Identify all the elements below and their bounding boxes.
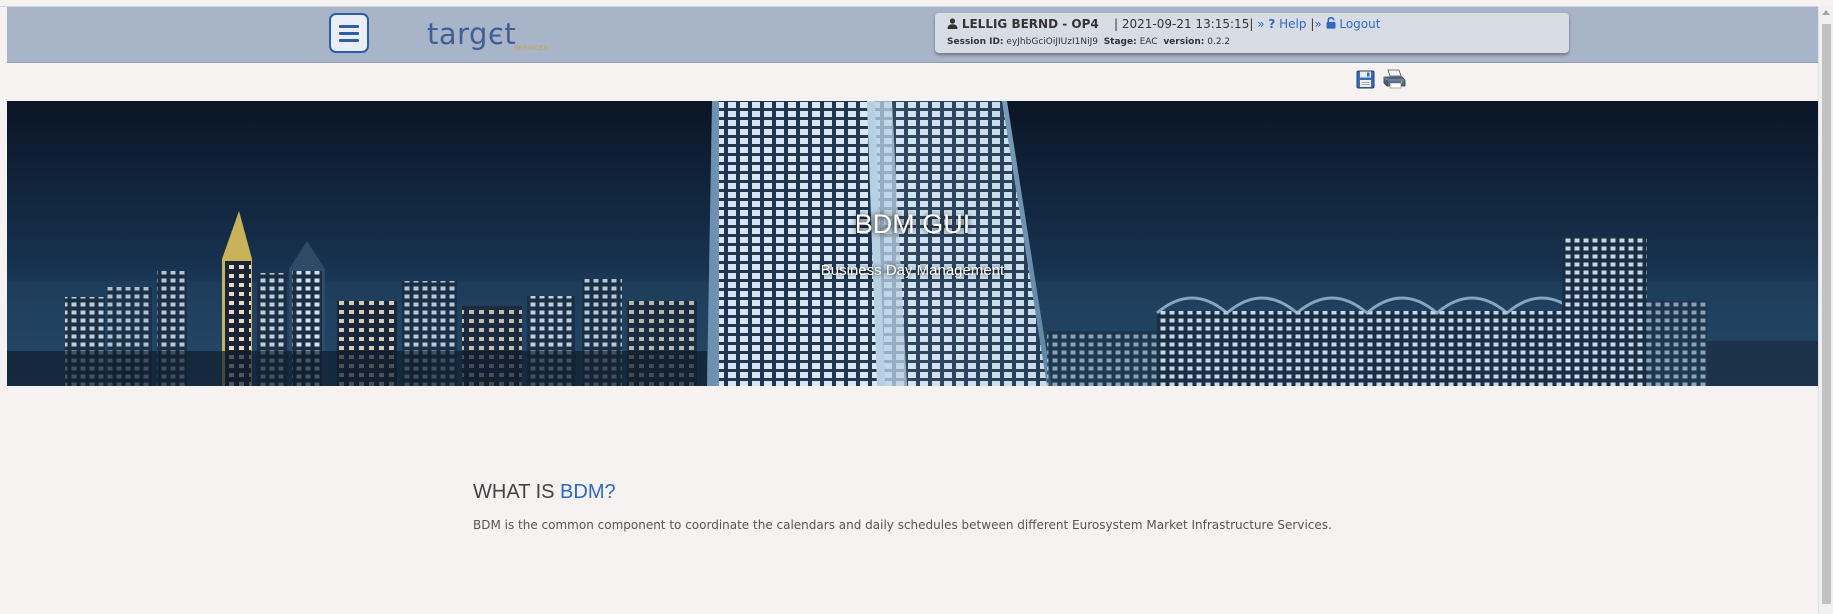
target-logo[interactable]: targєt [427, 17, 516, 57]
menu-bar-3 [339, 38, 359, 42]
city-skyline-image [7, 101, 1818, 386]
logout-label: Logout [1339, 17, 1381, 31]
session-id-value: eyJhbGciOiJIUzI1NiJ9 [1006, 37, 1098, 47]
separator: | [1249, 17, 1258, 31]
hero-banner: BDM GUI Business Day Management [7, 101, 1818, 386]
session-line-details: Session ID: eyJhbGciOiJIUzI1NiJ9 Stage: … [947, 37, 1230, 47]
stage-value: EAC [1139, 37, 1158, 47]
session-id-label: Session ID: [947, 37, 1004, 47]
session-line-user: LELLIG BERND - OP4 | 2021-09-21 13:15:15… [947, 17, 1380, 31]
help-label: Help [1279, 17, 1307, 31]
session-datetime: 2021-09-21 13:15:15 [1121, 17, 1250, 31]
user-icon [947, 18, 958, 29]
separator: | [1102, 17, 1122, 31]
scroll-up-arrow-icon[interactable] [1822, 10, 1830, 15]
app-header: targєt SERVICES LELLIG BERND - OP4 | 202… [7, 7, 1818, 63]
target-logo-sub: SERVICES [514, 46, 549, 52]
section-description: BDM is the common component to coordinat… [473, 518, 1332, 532]
question-mark-icon: ? [1268, 17, 1276, 31]
version-label: version: [1163, 37, 1205, 47]
scroll-thumb[interactable] [1822, 24, 1831, 604]
stage-label: Stage: [1103, 37, 1137, 47]
hamburger-menu-button[interactable] [329, 13, 369, 53]
floppy-disk-icon[interactable] [1355, 68, 1377, 90]
section-title-accent: BDM? [560, 481, 616, 503]
user-name: LELLIG BERND - OP4 [961, 17, 1099, 31]
menu-bar-2 [339, 31, 359, 35]
hero-title: BDM GUI [854, 209, 971, 239]
section-title: WHAT IS BDM? [473, 481, 616, 504]
vertical-scrollbar[interactable] [1818, 6, 1833, 614]
logout-link[interactable]: » Logout [1314, 17, 1380, 31]
page-toolbar [1355, 68, 1407, 94]
help-link[interactable]: » ? Help [1257, 17, 1306, 31]
printer-icon[interactable] [1381, 68, 1407, 90]
menu-bar-1 [339, 24, 359, 28]
session-info-panel: LELLIG BERND - OP4 | 2021-09-21 13:15:15… [935, 13, 1569, 53]
hero-subtitle: Business Day Management [820, 262, 1005, 279]
lock-icon [1326, 17, 1336, 29]
section-title-prefix: WHAT IS [473, 481, 561, 503]
version-value: 0.2.2 [1207, 37, 1231, 47]
